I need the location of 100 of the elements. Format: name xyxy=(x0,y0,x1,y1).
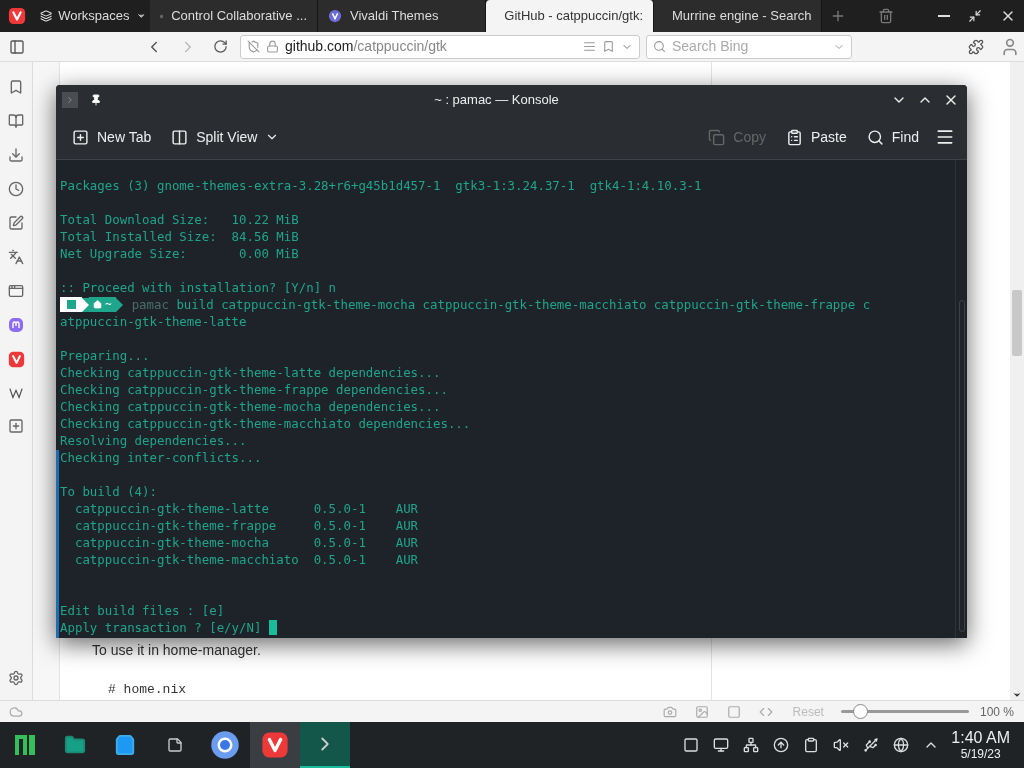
window-title: ~ : pamac — Konsole xyxy=(434,92,559,108)
zoom-slider-thumb[interactable] xyxy=(853,704,869,719)
terminal-line: Checking catppuccin-gtk-theme-latte dependencies... xyxy=(60,364,442,381)
bookmark-icon[interactable] xyxy=(8,79,24,95)
clock-icon[interactable] xyxy=(8,181,24,197)
terminal-line: Checking catppuccin-gtk-theme-mocha dependencies... xyxy=(60,398,442,415)
vivaldi-logo-icon xyxy=(261,731,289,759)
scroll-down-icon[interactable] xyxy=(1012,690,1022,700)
clock[interactable]: 1:40 AM 5/19/23 xyxy=(951,730,1010,760)
new-tab-icon xyxy=(72,128,89,146)
restore-icon[interactable] xyxy=(968,9,982,23)
bookmark-icon[interactable] xyxy=(602,40,615,53)
terminal-line: Checking catppuccin-gtk-theme-frappe dependencies... xyxy=(60,381,449,398)
network-status-icon[interactable] xyxy=(893,737,910,753)
terminal-line: catppuccin-gtk-theme-mocha 0.5.0-1 AUR xyxy=(73,534,420,551)
toolbar-button[interactable]: Paste xyxy=(781,121,851,153)
workspaces-button[interactable]: Workspaces xyxy=(36,0,150,32)
toolbar-button[interactable]: New Tab xyxy=(68,121,156,153)
search-icon xyxy=(866,128,884,146)
terminal-line: Resolving dependencies... xyxy=(60,432,248,449)
toolbar-button[interactable]: Split View xyxy=(167,121,284,153)
url-text: github.com/catppuccin/gtk xyxy=(285,37,447,56)
terminal-line: catppuccin-gtk-theme-frappe 0.5.0-1 AUR xyxy=(73,517,420,534)
copy-icon xyxy=(708,128,726,146)
search-icon xyxy=(653,40,666,53)
search-input[interactable]: Search Bing xyxy=(672,36,827,57)
settings-icon[interactable] xyxy=(8,670,24,686)
bag-icon xyxy=(114,734,136,756)
search-field[interactable]: Search Bing xyxy=(646,34,852,59)
clock-time: 1:40 AM xyxy=(951,730,1010,746)
browser-tab[interactable]: Murrine engine - Search xyxy=(654,0,822,32)
terminal-command: pamac build catppuccin-gtk-theme-mocha catppuccin-gtk-theme-macchiato catppuccin-gtk-theme-frappe c xyxy=(131,296,871,313)
zoom-reading: 100 % xyxy=(979,703,1014,721)
home-icon xyxy=(93,300,102,309)
clock-date: 5/19/23 xyxy=(960,748,1001,760)
window-icon[interactable] xyxy=(683,737,700,753)
toolbar-button[interactable]: Find xyxy=(862,121,923,153)
add-panel-icon[interactable] xyxy=(8,418,24,434)
browser-tab[interactable]: GitHub - catppuccin/gtk: xyxy=(486,0,654,32)
code-line: # home.nix xyxy=(108,681,187,698)
mastodon-icon[interactable] xyxy=(8,317,24,333)
scrollbar-thumb[interactable] xyxy=(1012,290,1022,356)
cursor xyxy=(269,620,278,635)
manjaro-logo-icon xyxy=(66,300,76,309)
taskbar-app-button[interactable] xyxy=(250,722,300,768)
page-paragraph: To use it in home-manager. xyxy=(92,642,262,659)
shield-icon xyxy=(247,40,260,53)
tab-title: Vivaldi Themes xyxy=(350,7,439,26)
tab-title: Murrine engine - Search xyxy=(672,7,812,26)
display-icon[interactable] xyxy=(713,737,730,753)
terminal-line: Net Upgrade Size: 0.00 MiB xyxy=(60,245,300,262)
network-icon[interactable] xyxy=(743,737,760,753)
browser-circle-icon xyxy=(210,730,240,760)
extensions-icon[interactable] xyxy=(968,38,984,55)
update-icon[interactable] xyxy=(773,737,790,753)
profile-icon[interactable] xyxy=(1000,36,1020,57)
terminal-line: catppuccin-gtk-theme-macchiato 0.5.0-1 AUR xyxy=(73,551,420,568)
terminal-line: To build (4): xyxy=(60,483,158,500)
download-icon[interactable] xyxy=(8,147,24,163)
reading-list-icon[interactable] xyxy=(8,113,24,129)
clipboard-icon xyxy=(785,128,803,146)
pin-icon[interactable] xyxy=(90,94,102,106)
terminal-line: Edit build files : [e] xyxy=(60,602,226,619)
address-field[interactable]: github.com/catppuccin/gtk xyxy=(240,34,640,59)
browser-tab[interactable]: Control Collaborative ... xyxy=(150,0,318,32)
terminal-line: Total Installed Size: 84.56 MiB xyxy=(60,228,300,245)
terminal-line: Checking inter-conflicts... xyxy=(60,449,263,466)
notes-icon[interactable] xyxy=(8,215,24,231)
usb-icon[interactable] xyxy=(863,737,880,753)
trash-icon[interactable] xyxy=(878,8,894,24)
terminal-line: Checking catppuccin-gtk-theme-macchiato dependencies... xyxy=(60,415,472,432)
prompt-directory: ~ xyxy=(105,297,112,313)
reader-view-icon[interactable] xyxy=(583,40,596,53)
translate-icon[interactable] xyxy=(8,249,24,265)
terminal-line: :: Proceed with installation? [Y/n] n xyxy=(60,279,337,296)
vivaldi-menu-icon xyxy=(8,7,26,25)
browser-tab[interactable]: Vivaldi Themes xyxy=(318,0,486,32)
vivaldi-logo-icon xyxy=(7,351,25,368)
scrollbar-thumb[interactable] xyxy=(958,300,965,632)
note-icon xyxy=(167,737,183,753)
window-icon[interactable] xyxy=(8,283,24,299)
layers-icon xyxy=(40,9,53,23)
terminal-line: Preparing... xyxy=(60,347,151,364)
new-tab-icon[interactable] xyxy=(830,8,846,24)
wikipedia-w-icon[interactable] xyxy=(8,386,24,400)
lock-icon xyxy=(266,40,279,53)
menu-icon[interactable] xyxy=(935,127,955,147)
clipboard-icon[interactable] xyxy=(803,737,820,753)
muted-speaker-icon[interactable] xyxy=(833,737,850,753)
separator-arrow-icon xyxy=(115,297,123,312)
terminal-line: atppuccin-gtk-theme-latte xyxy=(60,313,248,330)
terminal-line: Total Download Size: 10.22 MiB xyxy=(60,211,300,228)
reload-icon[interactable] xyxy=(213,39,228,54)
folder-icon xyxy=(64,734,86,756)
tab-title: Control Collaborative ... xyxy=(171,7,307,26)
terminal-line: Apply transaction ? [e/y/N] xyxy=(60,619,262,636)
manjaro-logo-icon xyxy=(15,735,35,755)
terminal-line: Packages (3) gnome-themes-extra-3.28+r6+g45b1d457-1 gtk3-1:3.24.37-1 gtk4-1:4.10.3-1 xyxy=(60,177,703,194)
terminal-line: catppuccin-gtk-theme-latte 0.5.0-1 AUR xyxy=(73,500,420,517)
panel-toggle-icon[interactable] xyxy=(9,38,25,55)
